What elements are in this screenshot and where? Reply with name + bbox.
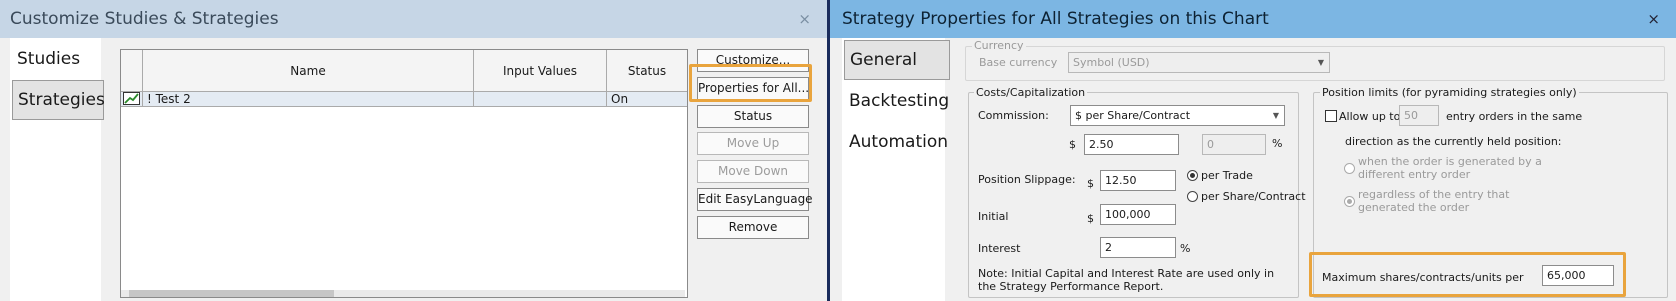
slippage-input[interactable]: 12.50 (1100, 170, 1176, 191)
tab-backtesting[interactable]: Backtesting (844, 82, 949, 120)
commission-dollar-sign: $ (1069, 138, 1076, 151)
position-limits-group-title: Position limits (for pyramiding strategi… (1320, 86, 1579, 99)
interest-input[interactable]: 2 (1100, 237, 1176, 258)
regardless-radio[interactable] (1344, 196, 1355, 207)
tab-studies[interactable]: Studies (12, 40, 102, 78)
note-line-2: the Strategy Performance Report. (978, 280, 1164, 293)
customize-studies-window: Customize Studies & Strategies × Studies… (0, 0, 827, 301)
left-window-title: Customize Studies & Strategies (10, 9, 279, 29)
max-shares-label: Maximum shares/contracts/units per (1322, 271, 1524, 284)
grid-header-input-values[interactable]: Input Values (474, 50, 607, 92)
note-line-1: Note: Initial Capital and Interest Rate … (978, 267, 1275, 280)
strategy-properties-window: Strategy Properties for All Strategies o… (830, 0, 1676, 301)
allow-up-to-label: Allow up to (1339, 110, 1401, 123)
interest-label: Interest (978, 242, 1021, 255)
right-close-icon[interactable]: × (1647, 10, 1660, 28)
initial-dollar-sign: $ (1087, 212, 1094, 225)
initial-label: Initial (978, 210, 1009, 223)
allow-up-to-checkbox[interactable] (1325, 110, 1337, 122)
grid-corner (121, 50, 143, 92)
commission-type-value: $ per Share/Contract (1075, 109, 1191, 122)
right-tab-column: General Backtesting Automation (842, 38, 950, 301)
grid-header-status[interactable]: Status (607, 50, 687, 92)
costs-group-title: Costs/Capitalization (974, 86, 1088, 99)
entry-orders-label: entry orders in the same (1446, 110, 1583, 123)
when-generated-line-1: when the order is generated by a (1358, 155, 1542, 168)
commission-label: Commission: (978, 109, 1049, 122)
slippage-label: Position Slippage: (978, 173, 1076, 186)
when-generated-radio[interactable] (1344, 163, 1355, 174)
tab-strategies[interactable]: Strategies (12, 80, 105, 120)
left-tab-column: Studies Strategies (10, 38, 105, 301)
move-up-button[interactable]: Move Up (697, 132, 809, 155)
regardless-line-2: generated the order (1358, 201, 1470, 214)
when-generated-line-2: different entry order (1358, 168, 1471, 181)
customize-button[interactable]: Customize... (697, 49, 809, 72)
move-down-button[interactable]: Move Down (697, 160, 809, 183)
per-share-label: per Share/Contract (1201, 190, 1306, 203)
per-trade-radio[interactable] (1187, 170, 1198, 181)
left-close-icon[interactable]: × (798, 10, 811, 28)
commission-percent-input[interactable]: 0 (1202, 134, 1266, 155)
direction-label: direction as the currently held position… (1345, 135, 1562, 148)
tab-automation[interactable]: Automation (844, 123, 948, 161)
allow-up-to-input[interactable]: 50 (1399, 105, 1439, 126)
grid-header-name[interactable]: Name (143, 50, 474, 92)
edit-easylanguage-button[interactable]: Edit EasyLanguage (697, 188, 813, 211)
base-currency-label: Base currency (979, 56, 1058, 69)
status-button[interactable]: Status (697, 105, 809, 128)
tab-general[interactable]: General (844, 40, 950, 80)
table-row-status[interactable]: On (607, 92, 687, 107)
right-window-title: Strategy Properties for All Strategies o… (842, 9, 1269, 29)
max-shares-input[interactable]: 65,000 (1542, 265, 1614, 286)
slippage-dollar-sign: $ (1087, 177, 1094, 190)
commission-type-dropdown[interactable]: $ per Share/Contract ▼ (1070, 105, 1285, 126)
properties-for-all-button[interactable]: Properties for All... (697, 77, 809, 100)
left-titlebar: Customize Studies & Strategies × (0, 0, 827, 38)
commission-value-input[interactable]: 2.50 (1084, 134, 1179, 155)
chevron-down-icon: ▼ (1272, 111, 1279, 120)
per-trade-label: per Trade (1201, 169, 1253, 182)
strategies-grid: Name Input Values Status ! Test 2 On (120, 49, 688, 298)
remove-button[interactable]: Remove (697, 216, 809, 239)
table-row-input-values[interactable] (474, 92, 607, 107)
interest-percent-sign: % (1180, 242, 1191, 255)
right-titlebar: Strategy Properties for All Strategies o… (830, 0, 1676, 38)
commission-percent-sign: % (1272, 137, 1283, 150)
chevron-down-icon: ▼ (1317, 58, 1324, 67)
grid-horizontal-scrollbar[interactable] (121, 290, 685, 297)
initial-capital-input[interactable]: 100,000 (1100, 204, 1176, 225)
regardless-line-1: regardless of the entry that (1358, 188, 1510, 201)
table-row-name[interactable]: ! Test 2 (143, 92, 474, 107)
base-currency-value: Symbol (USD) (1073, 56, 1150, 69)
scrollbar-thumb[interactable] (129, 290, 334, 297)
base-currency-dropdown[interactable]: Symbol (USD) ▼ (1068, 52, 1330, 73)
per-share-radio[interactable] (1187, 191, 1198, 202)
strategy-icon (121, 92, 143, 107)
currency-group-title: Currency (972, 39, 1026, 52)
